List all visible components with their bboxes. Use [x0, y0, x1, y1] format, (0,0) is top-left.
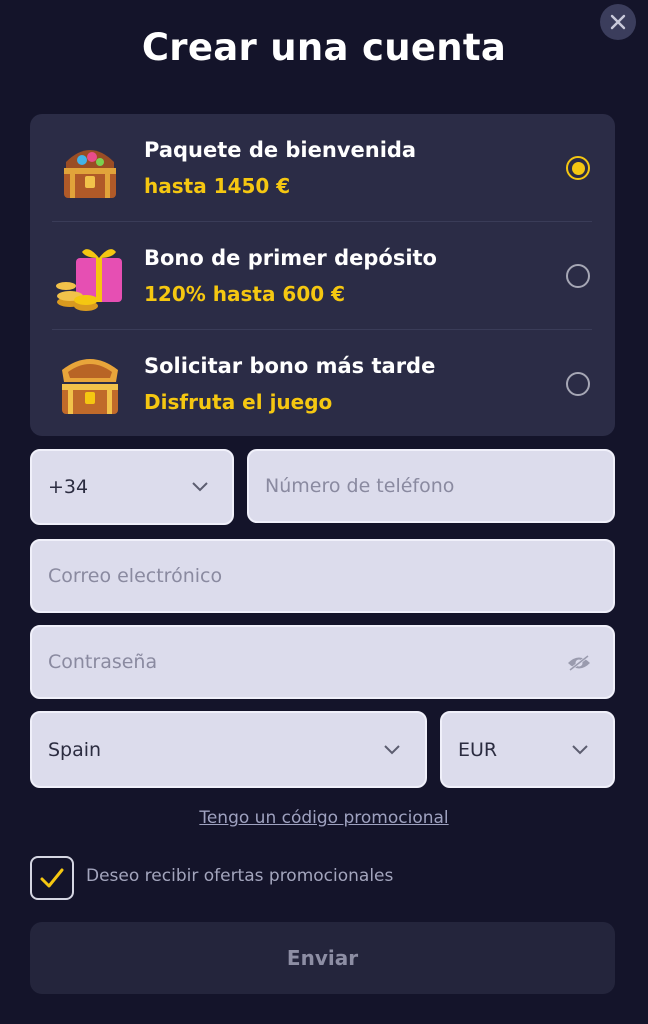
bonus-sub: 120% hasta 600 €	[144, 282, 346, 306]
currency-select[interactable]: EUR	[440, 711, 615, 788]
bonus-label: Bono de primer depósito	[144, 246, 437, 270]
bonus-option-later[interactable]: Solicitar bono más tarde Disfruta el jue…	[30, 330, 615, 437]
gift-coins-icon	[56, 249, 122, 311]
phone-code-select[interactable]: +34	[30, 449, 234, 525]
chevron-down-icon	[384, 745, 400, 755]
promo-code-link[interactable]: Tengo un código promocional	[0, 808, 648, 828]
radio-later[interactable]	[566, 372, 590, 396]
signup-modal: Crear una cuenta Paquete de bienvenida h…	[0, 0, 648, 1024]
country-value: Spain	[48, 738, 102, 761]
offers-label: Deseo recibir ofertas promocionales	[86, 866, 394, 886]
bonus-sub: hasta 1450 €	[144, 174, 291, 198]
phone-code-value: +34	[48, 476, 89, 498]
phone-placeholder: Número de teléfono	[265, 475, 455, 497]
currency-value: EUR	[458, 738, 498, 761]
radio-welcome[interactable]	[566, 156, 590, 180]
submit-button[interactable]: Enviar	[30, 922, 615, 994]
bonus-option-welcome[interactable]: Paquete de bienvenida hasta 1450 €	[30, 114, 615, 221]
country-select[interactable]: Spain	[30, 711, 427, 788]
treasure-chest-icon	[64, 150, 116, 198]
password-placeholder: Contraseña	[48, 651, 158, 673]
page-title: Crear una cuenta	[141, 26, 507, 69]
radio-first-deposit[interactable]	[566, 264, 590, 288]
open-chest-icon	[62, 359, 118, 414]
bonus-label: Paquete de bienvenida	[144, 138, 417, 162]
offers-checkbox[interactable]	[30, 856, 74, 900]
bonus-options: Paquete de bienvenida hasta 1450 € Bono …	[30, 114, 615, 436]
check-icon	[40, 868, 64, 888]
email-field[interactable]: Correo electrónico	[30, 539, 615, 613]
bonus-label: Solicitar bono más tarde	[144, 354, 436, 378]
bonus-option-first-deposit[interactable]: Bono de primer depósito 120% hasta 600 €	[30, 222, 615, 329]
submit-label: Enviar	[286, 946, 359, 970]
email-placeholder: Correo electrónico	[48, 565, 223, 587]
password-field[interactable]: Contraseña	[30, 625, 615, 699]
chevron-down-icon	[192, 482, 208, 492]
bonus-sub: Disfruta el juego	[144, 390, 333, 414]
phone-number-input[interactable]: Número de teléfono	[247, 449, 615, 523]
eye-off-icon[interactable]	[566, 654, 592, 672]
chevron-down-icon	[572, 745, 588, 755]
